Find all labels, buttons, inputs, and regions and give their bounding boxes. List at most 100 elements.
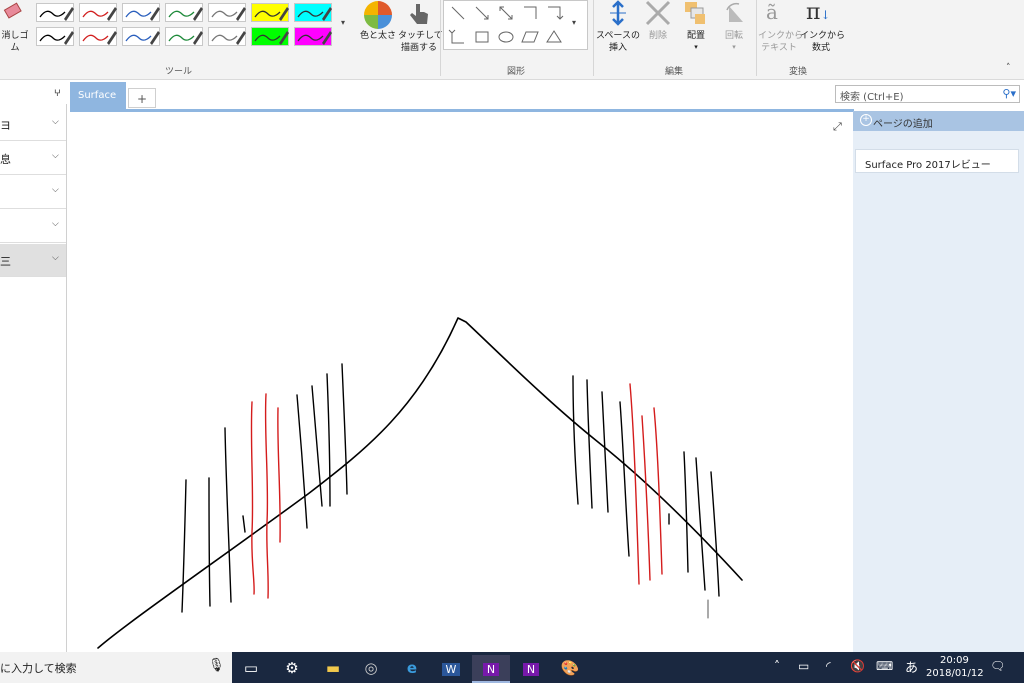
section-label: ヨ (0, 119, 11, 132)
touch-draw-button[interactable]: タッチして 描画する (398, 0, 443, 62)
ink-to-text-button[interactable]: ã インクから テキスト (758, 0, 804, 62)
pen-swatch[interactable] (36, 3, 74, 22)
pen-swatch[interactable] (79, 27, 117, 46)
volume-muted-icon[interactable]: 🔇 (850, 659, 865, 673)
pen-swatch[interactable] (294, 3, 332, 22)
color-thickness-label: 色と太さ (359, 31, 396, 41)
touch-draw-label-2: 描画する (400, 43, 437, 53)
touch-draw-label-1: タッチして (398, 31, 443, 41)
collapse-ribbon-button[interactable]: ˄ (1006, 63, 1011, 73)
separator (756, 0, 757, 76)
ink-drawing (97, 317, 743, 649)
taskbar-search-text: に入力して検索 (0, 662, 77, 675)
insert-space-label-2: 挿入 (608, 43, 627, 53)
eraser-icon (3, 2, 22, 19)
pen-swatch[interactable] (165, 3, 203, 22)
file-explorer-icon[interactable]: ▬ (318, 655, 348, 681)
group-label-tools: ツール (165, 67, 193, 77)
eraser-label: 消しゴ ム (1, 31, 29, 53)
separator (440, 0, 441, 76)
network-icon[interactable]: ◜ (826, 659, 831, 673)
add-page-label: ページの追加 (873, 119, 933, 130)
color-thickness-button[interactable]: 色と太さ (358, 0, 396, 62)
pin-icon[interactable]: ⵖ (54, 89, 61, 99)
pen-swatch[interactable] (208, 3, 246, 22)
ime-mode-indicator[interactable]: あ (905, 657, 918, 676)
add-page-button[interactable]: + ページの追加 (853, 111, 1024, 131)
search-placeholder: 検索 (Ctrl+E) (840, 92, 904, 103)
insert-space-button[interactable]: スペースの 挿入 (596, 0, 640, 62)
action-center-icon[interactable]: 🗨 (990, 659, 1005, 673)
show-hidden-icons-icon[interactable]: ˄ (774, 659, 780, 673)
chevron-down-icon[interactable]: ⌵ (52, 151, 59, 161)
group-label-convert: 変換 (789, 67, 808, 77)
eraser-button[interactable]: 消しゴ ム (0, 0, 30, 60)
pen-swatch[interactable] (79, 3, 117, 22)
battery-icon[interactable]: ▭ (798, 659, 809, 673)
notebook-section-5[interactable]: 三 ⌵ (0, 244, 66, 277)
separator (593, 0, 594, 76)
section-label: 三 (0, 255, 11, 268)
delete-button[interactable]: 削除 (640, 0, 676, 62)
page-list-pane (853, 111, 1024, 652)
pen-swatch[interactable] (251, 27, 289, 46)
notebook-section-2[interactable]: 息 ⌵ (0, 142, 66, 175)
insert-space-icon (610, 0, 626, 26)
shape-gallery[interactable] (443, 0, 588, 50)
search-input[interactable]: 検索 (Ctrl+E) ⚲▾ (835, 85, 1020, 103)
ink-to-math-button[interactable]: π↓ インクから 数式 (800, 0, 846, 62)
add-section-tab[interactable]: + (128, 88, 156, 108)
pen-swatch[interactable] (251, 3, 289, 22)
keyboard-icon[interactable]: ⌨ (876, 659, 893, 673)
group-label-edit: 編集 (665, 67, 684, 77)
pen-swatch[interactable] (122, 3, 160, 22)
notebook-section-4[interactable]: ⌵ (0, 210, 66, 243)
microphone-icon[interactable]: 🎙 (208, 658, 225, 673)
rotate-dropdown-icon: ▾ (732, 43, 736, 51)
notebook-section-3[interactable]: ⌵ (0, 176, 66, 209)
notebook-section-1[interactable]: ヨ ⌵ (0, 108, 66, 141)
onenote-active-icon[interactable]: N (472, 655, 510, 683)
tab-surface[interactable]: Surface (70, 82, 126, 110)
word-icon[interactable]: W (436, 655, 466, 681)
task-view-icon[interactable]: ▭ (236, 655, 266, 681)
chevron-down-icon[interactable]: ⌵ (52, 185, 59, 195)
clock-date[interactable]: 2018/01/12 (926, 668, 984, 679)
ink-to-text-label-1: インクから (758, 31, 804, 41)
clock-time[interactable]: 20:09 (940, 655, 969, 666)
pen-gallery-more-button[interactable]: ▾ (341, 18, 353, 32)
pen-swatch[interactable] (294, 27, 332, 46)
search-icon[interactable]: ⚲▾ (1002, 87, 1016, 100)
ink-to-math-icon: π↓ (806, 0, 831, 25)
settings-gear-icon[interactable]: ⚙ (277, 655, 307, 681)
rotate-icon (726, 2, 743, 22)
rotate-button[interactable]: 回転 ▾ (716, 0, 752, 62)
edge-browser-icon[interactable]: e (397, 655, 427, 681)
pen-swatch[interactable] (165, 27, 203, 46)
taskbar-search-box[interactable]: に入力して検索 🎙 (0, 652, 232, 683)
delete-x-icon (645, 0, 671, 26)
touch-hand-icon (410, 4, 428, 24)
insert-space-label-1: スペースの (596, 31, 640, 41)
ink-to-math-label-2: 数式 (811, 43, 830, 53)
pen-swatch[interactable] (36, 27, 74, 46)
chevron-down-icon[interactable]: ⌵ (52, 219, 59, 229)
pen-swatch[interactable] (122, 27, 160, 46)
arrange-button[interactable]: 配置 ▾ (678, 0, 714, 62)
chevron-down-icon[interactable]: ⌵ (52, 117, 59, 127)
page-list-item[interactable]: Surface Pro 2017レビュー (855, 149, 1019, 173)
delete-label: 削除 (648, 31, 667, 41)
ink-to-math-label-1: インクから (800, 31, 846, 41)
shape-icons (448, 6, 564, 44)
ink-to-text-label-2: テキスト (761, 43, 797, 53)
color-wheel-icon (364, 1, 392, 29)
ribbon: 消しゴ ム ▾ 色と太さ タッチして 描画する ツール ▾ 図形 スペースの 挿… (0, 0, 1024, 80)
paint-icon[interactable]: 🎨 (555, 655, 585, 681)
shape-gallery-more-button[interactable]: ▾ (572, 18, 584, 32)
chevron-down-icon[interactable]: ⌵ (52, 253, 59, 263)
arrange-dropdown-icon: ▾ (694, 43, 698, 51)
app-spiral-icon[interactable]: ◎ (356, 655, 386, 681)
pen-swatch[interactable] (208, 27, 246, 46)
note-canvas[interactable]: ⤢ (68, 112, 852, 652)
onenote-icon[interactable]: N (516, 655, 546, 681)
